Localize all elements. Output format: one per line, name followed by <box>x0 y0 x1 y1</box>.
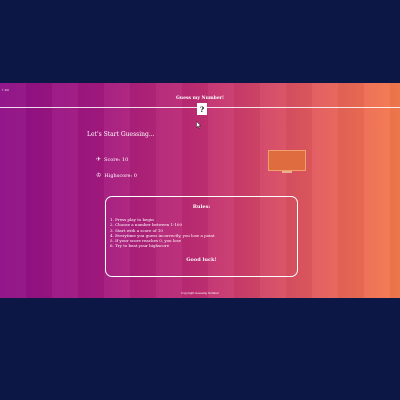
highscore-row: ♔ Highscore: 0 <box>96 172 137 180</box>
copyright-text: Copyright Guessing Number <box>181 292 219 295</box>
mystery-number-box: ? <box>197 103 207 115</box>
highscore-label: Highscore: 0 <box>104 173 137 179</box>
airplane-icon: ✈ <box>96 156 102 163</box>
score-row: ✈ Score: 10 <box>96 156 129 164</box>
rules-title: Rules: <box>192 204 211 210</box>
rules-list: 1. Press play to begin 2. Choose a numbe… <box>106 217 297 249</box>
corner-text: ↑ 2D <box>1 88 9 92</box>
rules-item: 6. Try to beat your highscore <box>110 243 170 249</box>
score-label: Score: 10 <box>104 157 129 163</box>
page-title: Guess my Number! <box>175 96 225 101</box>
rules-box: Rules: 1. Press play to begin 2. Choose … <box>105 196 298 277</box>
status-message: Let's Start Guessing... <box>87 131 155 138</box>
guess-display-screen[interactable] <box>268 150 306 171</box>
guess-display-panel[interactable] <box>268 150 306 174</box>
mouse-cursor-icon <box>196 121 202 129</box>
rules-footer: Good luck! <box>186 257 217 263</box>
trophy-icon: ♔ <box>96 172 102 179</box>
guess-display-stand <box>282 171 292 173</box>
game-stage: ↑ 2D Guess my Number! ? Let's Start Gues… <box>0 83 400 298</box>
